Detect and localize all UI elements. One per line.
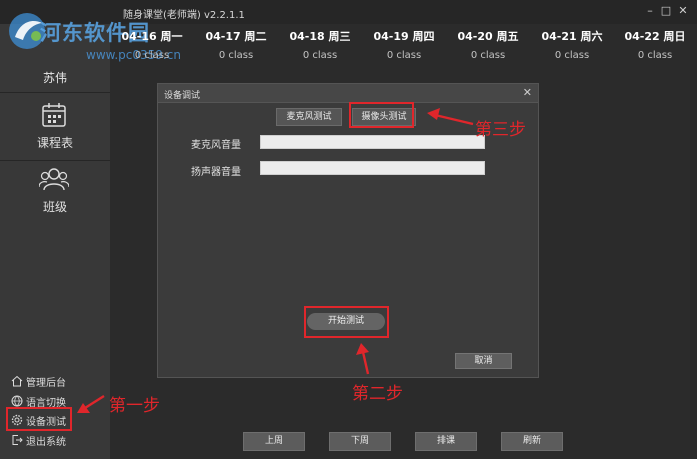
arrow-down-left-icon bbox=[77, 394, 105, 413]
sidebar-item-label: 课程表 bbox=[36, 136, 73, 150]
day-label: 04-18 周三 bbox=[289, 30, 351, 43]
day-column[interactable]: 04-17 周二 0 class bbox=[194, 24, 278, 61]
day-column[interactable]: 04-18 周三 0 class bbox=[278, 24, 362, 61]
dialog-title-bar: 设备调试 ✕ bbox=[158, 84, 538, 103]
app-window: 随身课堂(老师端) v2.2.1.1 – □ ✕ 苏伟 课程表 班级 管理后台 … bbox=[0, 0, 697, 459]
sidebar-link-label: 退出系统 bbox=[26, 436, 66, 448]
step-one-label: 第一步 bbox=[109, 396, 160, 416]
speaker-volume-meter bbox=[260, 161, 485, 175]
day-label: 04-16 周一 bbox=[121, 30, 183, 43]
exit-icon bbox=[12, 435, 23, 445]
language-icon bbox=[11, 395, 23, 407]
close-button[interactable]: ✕ bbox=[676, 4, 690, 17]
group-icon bbox=[39, 168, 69, 191]
class-count: 0 class bbox=[302, 50, 338, 61]
day-label: 04-17 周二 bbox=[205, 30, 267, 43]
sidebar-link-label: 管理后台 bbox=[26, 377, 66, 389]
sidebar-link-admin[interactable]: 管理后台 bbox=[11, 373, 66, 389]
day-label: 04-22 周日 bbox=[624, 30, 686, 43]
class-count: 0 class bbox=[637, 50, 673, 61]
day-label: 04-20 周五 bbox=[457, 30, 519, 43]
day-label: 04-21 周六 bbox=[541, 30, 603, 43]
sidebar-divider bbox=[0, 92, 110, 93]
day-column[interactable]: 04-16 周一 0 class bbox=[110, 24, 194, 61]
class-count: 0 class bbox=[554, 50, 590, 61]
arrow-up-icon bbox=[356, 343, 370, 375]
sidebar-item-class[interactable]: 班级 bbox=[0, 158, 110, 224]
tab-mic-test[interactable]: 麦克风测试 bbox=[276, 108, 342, 126]
prev-week-button[interactable]: 上周 bbox=[243, 432, 305, 451]
day-column[interactable]: 04-20 周五 0 class bbox=[446, 24, 530, 61]
step-three-label: 第三步 bbox=[475, 120, 526, 140]
device-test-highlight bbox=[6, 407, 72, 431]
schedule-class-button[interactable]: 排课 bbox=[415, 432, 477, 451]
dialog-title: 设备调试 bbox=[164, 91, 201, 101]
sidebar-item-label: 班级 bbox=[42, 200, 67, 214]
step-two-label: 第二步 bbox=[352, 384, 403, 404]
day-column[interactable]: 04-19 周四 0 class bbox=[362, 24, 446, 61]
cancel-button[interactable]: 取消 bbox=[455, 353, 512, 369]
sidebar-item-schedule[interactable]: 课程表 bbox=[0, 94, 110, 160]
sidebar-link-exit[interactable]: 退出系统 bbox=[11, 432, 66, 448]
day-column[interactable]: 04-22 周日 0 class bbox=[613, 24, 697, 61]
class-count: 0 class bbox=[134, 50, 170, 61]
camera-tab-highlight bbox=[349, 102, 414, 128]
home-icon bbox=[11, 375, 23, 387]
minimize-button[interactable]: – bbox=[643, 4, 657, 17]
arrow-left-icon bbox=[427, 108, 474, 126]
mic-volume-label: 麦克风音量 bbox=[191, 140, 241, 151]
mic-volume-meter bbox=[260, 135, 485, 149]
dialog-close-button[interactable]: ✕ bbox=[523, 86, 532, 99]
maximize-button[interactable]: □ bbox=[659, 4, 673, 17]
start-button-highlight bbox=[304, 306, 389, 338]
speaker-volume-label: 扬声器音量 bbox=[191, 167, 241, 178]
class-count: 0 class bbox=[218, 50, 254, 61]
next-week-button[interactable]: 下周 bbox=[329, 432, 391, 451]
class-count: 0 class bbox=[386, 50, 422, 61]
day-label: 04-19 周四 bbox=[373, 30, 435, 43]
day-column[interactable]: 04-21 周六 0 class bbox=[530, 24, 614, 61]
user-name: 苏伟 bbox=[42, 71, 67, 85]
refresh-button[interactable]: 刷新 bbox=[501, 432, 563, 451]
calendar-icon bbox=[42, 103, 66, 127]
class-count: 0 class bbox=[470, 50, 506, 61]
